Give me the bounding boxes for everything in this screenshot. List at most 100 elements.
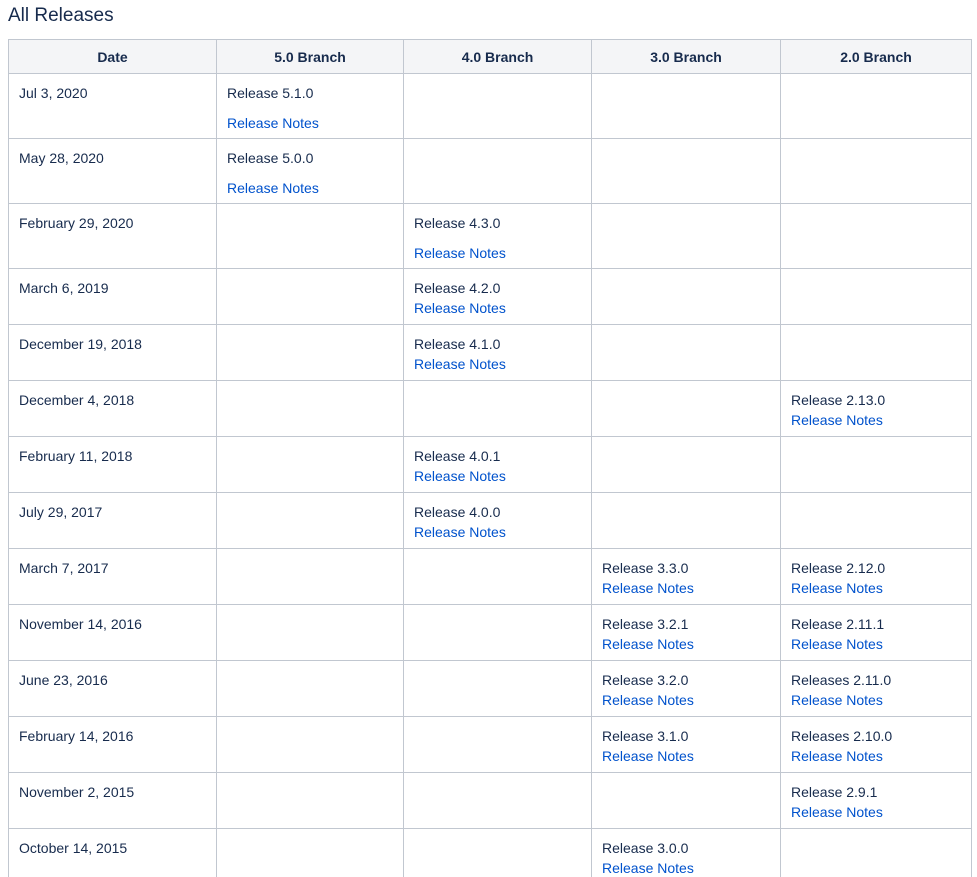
cell-5-0-branch	[216, 828, 404, 877]
table-row: May 28, 2020 Release 5.0.0 Release Notes	[8, 138, 972, 204]
cell-2-0-branch	[780, 436, 972, 493]
table-row: March 7, 2017 Release 3.3.0 Release Notes R…	[8, 548, 972, 605]
date-cell: March 6, 2019	[8, 268, 217, 325]
release-notes-link[interactable]: Release Notes	[791, 634, 961, 654]
release-notes-link[interactable]: Release Notes	[602, 746, 770, 766]
release-notes-link[interactable]: Release Notes	[791, 802, 961, 822]
release-name: Release 2.9.1	[791, 784, 878, 800]
table-row: December 4, 2018 Release 2.13.0 Release No…	[8, 380, 972, 437]
release-notes-link[interactable]: Release Notes	[791, 746, 961, 766]
table-row: June 23, 2016 Release 3.2.0 Release Notes R…	[8, 660, 972, 717]
cell-5-0-branch	[216, 268, 404, 325]
table-row: March 6, 2019 Release 4.2.0 Release Notes	[8, 268, 972, 325]
table-body: Jul 3, 2020 Release 5.1.0 Release Notes May…	[8, 73, 972, 877]
cell-2-0-branch: Release 2.13.0 Release Notes	[780, 380, 972, 437]
date-cell: October 14, 2015	[8, 828, 217, 877]
cell-5-0-branch	[216, 492, 404, 549]
date-cell: February 14, 2016	[8, 716, 217, 773]
table-row: December 19, 2018 Release 4.1.0 Release No…	[8, 324, 972, 381]
cell-2-0-branch	[780, 268, 972, 325]
cell-4-0-branch: Release 4.2.0 Release Notes	[403, 268, 592, 325]
release-name: Release 3.0.0	[602, 840, 689, 856]
cell-3-0-branch: Release 3.2.0 Release Notes	[591, 660, 781, 717]
column-header-3-0-branch: 3.0 Branch	[591, 39, 781, 74]
release-name: Release 4.0.0	[414, 504, 501, 520]
cell-4-0-branch	[403, 604, 592, 661]
cell-4-0-branch: Release 4.1.0 Release Notes	[403, 324, 592, 381]
cell-2-0-branch: Releases 2.10.0 Release Notes	[780, 716, 972, 773]
release-notes-link[interactable]: Release Notes	[602, 858, 770, 877]
column-header-4-0-branch: 4.0 Branch	[403, 39, 592, 74]
cell-3-0-branch	[591, 73, 781, 139]
release-name: Release 5.0.0	[227, 150, 314, 166]
release-notes-link[interactable]: Release Notes	[414, 354, 581, 374]
release-notes-link[interactable]: Release Notes	[414, 298, 581, 318]
date-cell: November 2, 2015	[8, 772, 217, 829]
cell-3-0-branch: Release 3.1.0 Release Notes	[591, 716, 781, 773]
release-name: Release 3.3.0	[602, 560, 689, 576]
cell-2-0-branch	[780, 73, 972, 139]
release-notes-link[interactable]: Release Notes	[414, 466, 581, 486]
release-name: Release 5.1.0	[227, 85, 314, 101]
table-row: November 2, 2015 Release 2.9.1 Release Not…	[8, 772, 972, 829]
cell-3-0-branch	[591, 380, 781, 437]
cell-2-0-branch	[780, 324, 972, 381]
page-title: All Releases	[8, 5, 114, 26]
cell-5-0-branch	[216, 380, 404, 437]
date-cell: December 19, 2018	[8, 324, 217, 381]
cell-4-0-branch	[403, 660, 592, 717]
release-notes-link[interactable]: Release Notes	[414, 522, 581, 542]
cell-3-0-branch	[591, 492, 781, 549]
cell-4-0-branch	[403, 73, 592, 139]
cell-5-0-branch	[216, 436, 404, 493]
cell-5-0-branch	[216, 324, 404, 381]
cell-3-0-branch: Release 3.2.1 Release Notes	[591, 604, 781, 661]
release-name: Release 3.2.0	[602, 672, 689, 688]
cell-4-0-branch: Release 4.0.1 Release Notes	[403, 436, 592, 493]
cell-4-0-branch	[403, 828, 592, 877]
cell-3-0-branch	[591, 436, 781, 493]
cell-3-0-branch	[591, 203, 781, 269]
column-header-5-0-branch: 5.0 Branch	[216, 39, 404, 74]
release-notes-link[interactable]: Release Notes	[227, 113, 393, 133]
release-notes-link[interactable]: Release Notes	[602, 690, 770, 710]
release-name: Releases 2.11.0	[791, 672, 892, 688]
table-row: October 14, 2015 Release 3.0.0 Release Not…	[8, 828, 972, 877]
column-header-date: Date	[8, 39, 217, 74]
release-notes-link[interactable]: Release Notes	[602, 578, 770, 598]
cell-3-0-branch	[591, 138, 781, 204]
cell-4-0-branch	[403, 138, 592, 204]
cell-2-0-branch	[780, 203, 972, 269]
table-row: February 29, 2020 Release 4.3.0 Release No…	[8, 203, 972, 269]
release-name: Release 4.2.0	[414, 280, 501, 296]
cell-5-0-branch	[216, 203, 404, 269]
cell-5-0-branch	[216, 604, 404, 661]
release-notes-link[interactable]: Release Notes	[791, 690, 961, 710]
cell-2-0-branch: Release 2.12.0 Release Notes	[780, 548, 972, 605]
release-notes-link[interactable]: Release Notes	[602, 634, 770, 654]
release-notes-link[interactable]: Release Notes	[791, 410, 961, 430]
date-cell: November 14, 2016	[8, 604, 217, 661]
cell-5-0-branch: Release 5.1.0 Release Notes	[216, 73, 404, 139]
table-row: November 14, 2016 Release 3.2.1 Release No…	[8, 604, 972, 661]
cell-2-0-branch: Release 2.11.1 Release Notes	[780, 604, 972, 661]
cell-4-0-branch	[403, 772, 592, 829]
release-notes-link[interactable]: Release Notes	[414, 243, 581, 263]
cell-5-0-branch	[216, 772, 404, 829]
release-notes-link[interactable]: Release Notes	[227, 178, 393, 198]
cell-5-0-branch	[216, 660, 404, 717]
release-name: Release 2.13.0	[791, 392, 886, 408]
table-row: February 14, 2016 Release 3.1.0 Release No…	[8, 716, 972, 773]
cell-3-0-branch: Release 3.3.0 Release Notes	[591, 548, 781, 605]
cell-2-0-branch: Release 2.9.1 Release Notes	[780, 772, 972, 829]
release-notes-link[interactable]: Release Notes	[791, 578, 961, 598]
date-cell: February 29, 2020	[8, 203, 217, 269]
cell-5-0-branch	[216, 716, 404, 773]
cell-4-0-branch: Release 4.3.0 Release Notes	[403, 203, 592, 269]
date-cell: December 4, 2018	[8, 380, 217, 437]
column-header-2-0-branch: 2.0 Branch	[780, 39, 972, 74]
release-name: Release 3.1.0	[602, 728, 689, 744]
cell-2-0-branch	[780, 492, 972, 549]
cell-5-0-branch: Release 5.0.0 Release Notes	[216, 138, 404, 204]
table-header-row: Date 5.0 Branch 4.0 Branch 3.0 Branch 2.…	[8, 39, 972, 74]
